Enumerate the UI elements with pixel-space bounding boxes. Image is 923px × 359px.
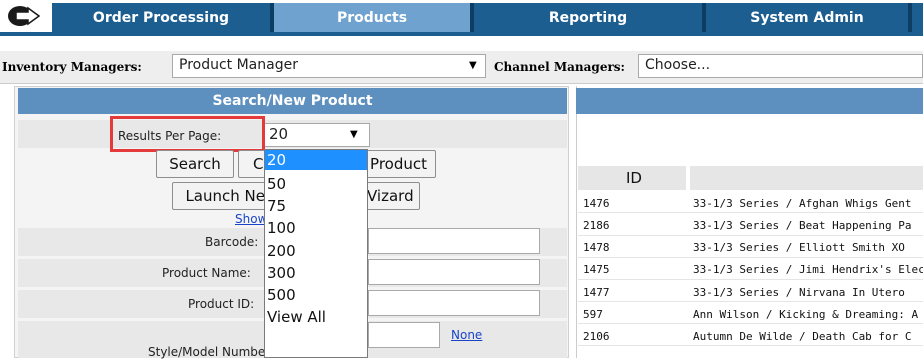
dropdown-option-50[interactable]: 50 xyxy=(267,175,286,193)
column-header-id-label: ID xyxy=(626,169,642,187)
launch-button-label-right: Vizard xyxy=(367,187,414,205)
results-panel-header xyxy=(576,88,923,114)
dropdown-option-100[interactable]: 100 xyxy=(267,219,296,237)
table-cell-id: 2106 xyxy=(583,330,610,343)
clear-button-label: C xyxy=(253,155,264,173)
launch-button-label: Launch Ne xyxy=(185,187,265,205)
search-panel-title: Search/New Product xyxy=(212,93,373,109)
new-product-button-label: Product xyxy=(370,155,427,173)
tab-label: Order Processing xyxy=(92,9,230,26)
tab-system-admin[interactable]: System Admin xyxy=(706,3,908,32)
dropdown-option-200[interactable]: 200 xyxy=(267,242,296,260)
results-per-page-highlight xyxy=(110,116,265,152)
search-button-label: Search xyxy=(169,155,221,173)
channel-managers-value: Choose... xyxy=(645,57,711,73)
barcode-label: Barcode: xyxy=(205,235,259,249)
nav-underline xyxy=(0,32,923,36)
tab-reporting[interactable]: Reporting xyxy=(474,3,702,32)
none-link[interactable]: None xyxy=(451,328,482,342)
row-divider xyxy=(578,212,923,213)
product-name-label: Product Name: xyxy=(162,266,251,280)
inventory-managers-select[interactable]: Product Manager xyxy=(172,54,486,78)
table-cell-title[interactable]: 33-1/3 Series / Elliott Smith XO xyxy=(693,241,923,254)
arrow-right-circle-icon[interactable] xyxy=(6,5,40,27)
table-cell-title[interactable]: Autumn De Wilde / Death Cab for C xyxy=(693,330,923,343)
inventory-managers-label: Inventory Managers: xyxy=(2,60,142,74)
tab-order-processing[interactable]: Order Processing xyxy=(52,3,270,32)
row-divider xyxy=(578,323,923,324)
inventory-managers-value: Product Manager xyxy=(179,57,298,73)
column-header-id[interactable]: ID xyxy=(578,166,686,190)
dropdown-option-300[interactable]: 300 xyxy=(267,264,296,282)
channel-managers-label: Channel Managers: xyxy=(494,60,625,74)
dropdown-option-500[interactable]: 500 xyxy=(267,286,296,304)
table-cell-id: 1475 xyxy=(583,263,610,276)
style-model-input[interactable] xyxy=(368,322,440,348)
product-id-input[interactable] xyxy=(368,290,540,316)
table-cell-title[interactable]: 33-1/3 Series / Nirvana In Utero xyxy=(693,286,923,299)
barcode-input[interactable] xyxy=(368,228,540,254)
chevron-down-icon: ▼ xyxy=(350,129,358,140)
launch-wizard-button-right[interactable]: Vizard xyxy=(362,182,420,210)
row-divider xyxy=(578,345,923,346)
table-cell-id: 1478 xyxy=(583,241,610,254)
product-id-label: Product ID: xyxy=(188,297,255,311)
launch-wizard-button[interactable]: Launch Ne xyxy=(172,182,268,210)
column-header-title[interactable] xyxy=(690,166,923,190)
row-divider xyxy=(578,235,923,236)
top-navigation: Order Processing Products Reporting Syst… xyxy=(0,0,923,32)
search-button[interactable]: Search xyxy=(156,150,234,178)
dropdown-option-20[interactable]: 20 xyxy=(267,151,286,169)
table-cell-title[interactable]: 33-1/3 Series / Jimi Hendrix's Elect xyxy=(693,263,923,276)
chevron-down-icon: ▼ xyxy=(469,60,477,71)
tab-overflow[interactable] xyxy=(912,3,923,32)
dropdown-option-view-all[interactable]: View All xyxy=(267,308,326,326)
style-model-label: Style/Model Number: xyxy=(148,345,275,359)
tab-label: Products xyxy=(336,9,408,26)
show-link[interactable]: Show xyxy=(235,212,267,226)
row-divider xyxy=(578,257,923,258)
product-name-input[interactable] xyxy=(368,259,540,285)
table-cell-title[interactable]: 33-1/3 Series / Beat Happening Pa xyxy=(693,219,923,232)
tab-label: Reporting xyxy=(548,9,628,26)
results-per-page-value: 20 xyxy=(269,125,289,143)
table-cell-id: 597 xyxy=(583,308,603,321)
search-panel-header: Search/New Product xyxy=(18,88,567,114)
table-cell-title[interactable]: 33-1/3 Series / Afghan Whigs Gent xyxy=(693,197,923,210)
tab-label: System Admin xyxy=(750,9,864,26)
table-cell-id: 2186 xyxy=(583,219,610,232)
table-cell-title[interactable]: Ann Wilson / Kicking & Dreaming: A xyxy=(693,308,923,321)
tab-products[interactable]: Products xyxy=(274,3,470,32)
channel-managers-select[interactable]: Choose... xyxy=(638,54,923,78)
table-cell-id: 1476 xyxy=(583,197,610,210)
dropdown-option-75[interactable]: 75 xyxy=(267,197,286,215)
row-divider xyxy=(578,301,923,302)
table-cell-id: 1477 xyxy=(583,286,610,299)
new-product-button[interactable]: Product xyxy=(362,150,436,178)
row-divider xyxy=(578,279,923,280)
